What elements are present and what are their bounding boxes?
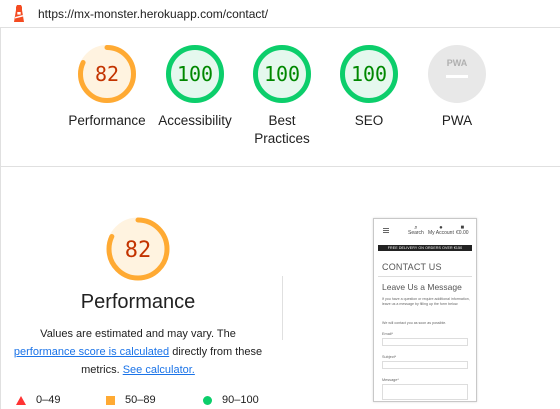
gauge-label: Performance xyxy=(68,113,146,128)
svg-text:PWA: PWA xyxy=(447,58,468,68)
performance-description: Values are estimated and may vary. The p… xyxy=(10,325,266,379)
section-divider xyxy=(0,166,560,167)
gauge-label: PWA xyxy=(441,113,473,128)
lighthouse-logo-icon xyxy=(14,5,24,22)
legend-average-range: 50–89 xyxy=(125,394,156,406)
score-gauge: 100 xyxy=(166,45,224,103)
search-icon: ⌕ Search xyxy=(408,225,424,236)
gauge-best-practices[interactable]: 100 Best Practices xyxy=(234,44,330,148)
performance-title: Performance xyxy=(80,291,196,313)
description-text: directly from these xyxy=(172,346,263,358)
gauge-performance[interactable]: 82 Performance xyxy=(59,44,155,130)
legend-pass-range: 90–100 xyxy=(222,394,259,406)
score-value: 100 xyxy=(177,62,213,86)
screenshot-nav: ⌕ Search ● My Account ■ €0.00 xyxy=(374,219,476,241)
legend-average: 50–89 xyxy=(106,394,156,406)
legend-pass: 90–100 xyxy=(203,394,259,406)
description-text: metrics. xyxy=(81,364,120,376)
message-label: Message* xyxy=(382,378,399,382)
message-field xyxy=(382,384,468,400)
cart-icon: ■ €0.00 xyxy=(456,225,469,236)
pwa-badge-icon: PWA xyxy=(428,45,486,103)
account-icon: ● My Account xyxy=(428,225,454,236)
triangle-icon xyxy=(16,395,26,405)
score-value: 100 xyxy=(264,62,300,86)
gauge-seo[interactable]: 100 SEO xyxy=(321,44,417,130)
legend-fail-range: 0–49 xyxy=(36,394,61,406)
url-bar: https://mx-monster.herokuapp.com/contact… xyxy=(0,0,560,28)
subject-field xyxy=(382,361,468,369)
contact-heading: CONTACT US xyxy=(382,262,442,272)
legend-fail: 0–49 xyxy=(16,394,60,406)
email-field xyxy=(382,338,468,346)
menu-icon xyxy=(383,228,389,229)
intro-text: If you have a question or require additi… xyxy=(382,297,470,306)
delivery-banner: FREE DELIVERY ON ORDERS OVER €150 xyxy=(378,245,472,251)
contact-soon-text: We will contact you as soon as possible. xyxy=(382,321,447,325)
score-gauge: 82 xyxy=(78,45,136,103)
score-value: 100 xyxy=(351,62,387,86)
score-value: 82 xyxy=(95,62,119,86)
divider xyxy=(378,276,472,277)
score-gauge: 100 xyxy=(253,45,311,103)
performance-score-link[interactable]: performance score is calculated xyxy=(14,346,169,358)
gauge-accessibility[interactable]: 100 Accessibility xyxy=(147,44,243,130)
circle-icon xyxy=(203,395,212,405)
email-label: Email* xyxy=(382,332,393,336)
page-url[interactable]: https://mx-monster.herokuapp.com/contact… xyxy=(38,7,268,21)
gauge-label: Best Practices xyxy=(254,113,310,146)
vertical-separator xyxy=(282,276,283,340)
gauge-label: Accessibility xyxy=(158,113,232,128)
left-border xyxy=(0,0,1,409)
performance-score-gauge: 82 xyxy=(106,217,170,281)
subject-label: Subject* xyxy=(382,355,397,359)
score-gauge: 100 xyxy=(340,45,398,103)
gauge-pwa[interactable]: PWA PWA xyxy=(409,44,505,130)
description-text: Values are estimated and may vary. The xyxy=(40,328,236,340)
final-screenshot[interactable]: ⌕ Search ● My Account ■ €0.00 FREE DELIVERY… xyxy=(373,218,477,402)
performance-score-value: 82 xyxy=(125,238,152,263)
square-icon xyxy=(106,395,115,405)
gauge-label: SEO xyxy=(354,113,384,128)
leave-message-heading: Leave Us a Message xyxy=(382,282,462,292)
see-calculator-link[interactable]: See calculator. xyxy=(123,364,195,376)
